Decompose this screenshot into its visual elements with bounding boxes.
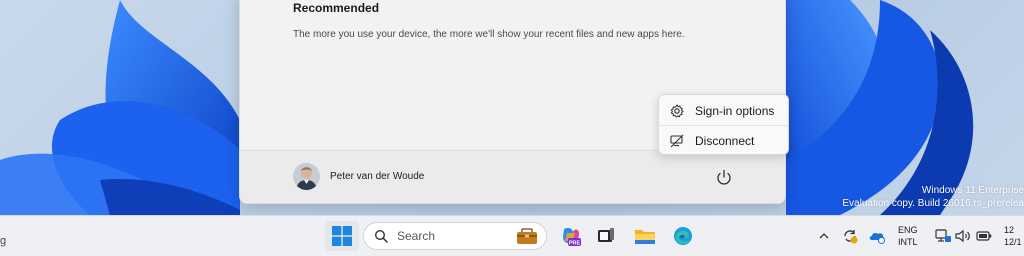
search-box[interactable]: Search [363,222,547,250]
power-button[interactable] [713,167,735,189]
task-view-button[interactable] [591,221,621,251]
sync-icon [844,230,858,244]
start-icon [332,226,352,246]
file-explorer-button[interactable] [630,221,660,251]
copilot-icon: PRE [563,228,581,246]
start-button[interactable] [325,221,359,251]
show-hidden-icons-button[interactable] [815,227,833,245]
clock-date: 12/1 [1004,237,1022,247]
speaker-icon [955,229,970,243]
clock[interactable]: 12 12/1 [1004,224,1022,248]
edge-icon [674,227,692,245]
search-label: Search [397,229,436,243]
menu-item-label: Sign-in options [695,103,775,118]
evaluation-watermark: Windows 11 Enterprise Evaluation copy. B… [842,184,1024,210]
onedrive-button[interactable] [868,227,886,245]
volume-button[interactable] [954,227,972,245]
language-line-1: ENG [898,225,918,235]
menu-item-sign-in-options[interactable]: Sign-in options [659,96,788,125]
start-menu-footer: Peter van der Woude [240,150,785,203]
language-indicator[interactable]: ENG INTL [898,224,918,248]
user-account-button[interactable]: Peter van der Woude [293,163,424,190]
file-explorer-icon [635,230,655,244]
network-button[interactable] [934,227,952,245]
watermark-line-2: Evaluation copy. Build 26016.rs_prerelea [842,198,1024,209]
menu-item-label: Disconnect [695,133,755,148]
disconnect-icon [670,134,684,147]
taskbar-left-text: g [0,235,7,247]
battery-icon [976,231,992,241]
gear-icon [670,103,684,118]
recommended-title: Recommended [293,1,380,15]
edge-button[interactable] [668,221,698,251]
sync-status-button[interactable] [841,227,859,245]
briefcase-icon [517,228,537,244]
recommended-description: The more you use your device, the more w… [293,29,685,40]
power-icon [717,169,731,185]
chevron-up-icon [819,233,829,239]
copilot-badge: PRE [569,240,581,246]
copilot-button[interactable]: PRE [556,221,586,251]
user-context-menu: Sign-in options Disconnect [658,94,789,155]
menu-item-disconnect[interactable]: Disconnect [659,126,788,155]
network-icon [935,229,951,242]
battery-button[interactable] [975,227,993,245]
taskbar: g Search PRE ENG INTL 12 12/1 [0,215,1024,256]
clock-time: 12 [1004,225,1015,235]
watermark-line-1: Windows 11 Enterprise [921,185,1024,196]
search-icon [374,229,388,243]
language-line-2: INTL [898,237,918,247]
user-name: Peter van der Woude [330,171,425,182]
task-view-icon [598,228,614,242]
cloud-icon [869,232,885,244]
avatar [293,163,320,190]
